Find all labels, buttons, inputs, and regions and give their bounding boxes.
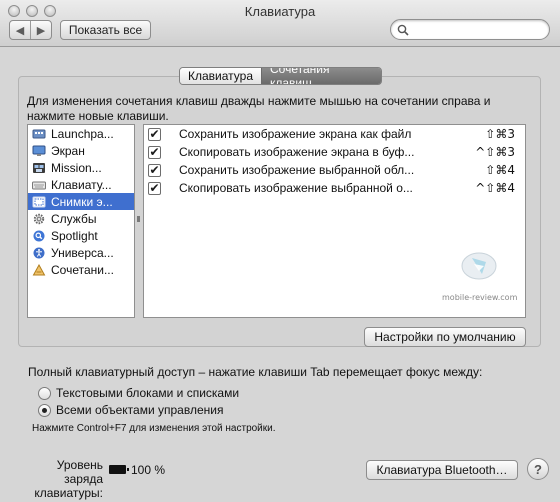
battery-label-line2: клавиатуры:	[34, 486, 103, 500]
shortcut-label: Сохранить изображение выбранной обл...	[179, 163, 415, 177]
category-item-app-shortcuts[interactable]: Сочетани...	[28, 261, 134, 278]
category-item-services[interactable]: Службы	[28, 210, 134, 227]
category-item-display[interactable]: Экран	[28, 142, 134, 159]
radio-text-boxes-lists[interactable]: Текстовыми блоками и списками	[38, 386, 239, 400]
title-bar: Клавиатура ◀ ▶ Показать все	[0, 0, 560, 47]
full-access-label: Полный клавиатурный доступ – нажатие кла…	[28, 365, 483, 379]
battery-label-line1: Уровень заряда	[56, 458, 103, 486]
magnifier-icon	[397, 24, 409, 36]
screenshot-icon	[32, 196, 46, 207]
keyboard-icon	[32, 181, 46, 189]
radio-button-selected[interactable]	[38, 403, 51, 417]
shortcut-checkbox[interactable]: ✔	[148, 163, 161, 177]
shortcut-keys[interactable]: ⇧⌘3	[485, 127, 515, 141]
divider-grip-icon	[137, 216, 140, 222]
instructions-text: Для изменения сочетания клавиш дважды на…	[27, 94, 491, 123]
category-list[interactable]: Launchpa... Экран Mission... Клавиату...…	[27, 124, 135, 318]
category-item-launchpad[interactable]: Launchpa...	[28, 125, 134, 142]
tab-shortcuts[interactable]: Сочетания клавиш	[261, 68, 381, 84]
launchpad-icon	[32, 129, 46, 138]
category-label: Mission...	[51, 160, 102, 175]
tab-bar: Клавиатура Сочетания клавиш	[179, 67, 382, 85]
mission-control-icon	[33, 162, 45, 173]
battery-level-label: Уровень заряда клавиатуры:	[18, 458, 103, 500]
category-item-accessibility[interactable]: Универса...	[28, 244, 134, 261]
mobile-review-logo	[461, 252, 497, 280]
help-icon[interactable]: ?	[527, 458, 549, 480]
shortcut-checkbox[interactable]: ✔	[148, 181, 161, 195]
shortcut-row[interactable]: ✔ Сохранить изображение выбранной обл...…	[144, 161, 525, 179]
radio-all-controls[interactable]: Всеми объектами управления	[38, 403, 223, 417]
category-label: Снимки э...	[51, 194, 113, 209]
category-item-spotlight[interactable]: Spotlight	[28, 227, 134, 244]
spotlight-icon	[33, 230, 45, 241]
category-item-screenshots[interactable]: Снимки э...	[28, 193, 134, 210]
category-item-keyboard[interactable]: Клавиату...	[28, 176, 134, 193]
forward-button[interactable]: ▶	[30, 21, 51, 39]
display-icon	[32, 145, 46, 156]
shortcut-checkbox[interactable]: ✔	[148, 145, 161, 159]
shortcut-label: Скопировать изображение выбранной о...	[179, 181, 413, 195]
shortcut-label: Сохранить изображение экрана как файл	[179, 127, 412, 141]
search-input[interactable]	[413, 22, 543, 37]
category-label: Launchpa...	[51, 126, 114, 141]
radio-button[interactable]	[38, 386, 51, 400]
shortcut-keys[interactable]: ^⇧⌘3	[475, 145, 515, 159]
category-item-mission-control[interactable]: Mission...	[28, 159, 134, 176]
radio-label: Всеми объектами управления	[56, 403, 224, 417]
tab-keyboard[interactable]: Клавиатура	[180, 68, 261, 84]
accessibility-icon	[33, 247, 45, 258]
shortcut-keys[interactable]: ^⇧⌘4	[475, 181, 515, 195]
back-button[interactable]: ◀	[10, 21, 30, 39]
category-label: Службы	[51, 211, 97, 226]
chevron-left-icon: ◀	[15, 24, 25, 37]
category-label: Сочетани...	[51, 262, 114, 277]
shortcut-row[interactable]: ✔ Скопировать изображение выбранной о...…	[144, 179, 525, 197]
battery-percent: 100 %	[131, 463, 166, 477]
category-label: Экран	[51, 143, 85, 158]
shortcut-row[interactable]: ✔ Скопировать изображение экрана в буф..…	[144, 143, 525, 161]
app-shortcuts-icon	[32, 263, 46, 275]
split-view-divider[interactable]	[135, 124, 143, 318]
chevron-right-icon: ▶	[36, 24, 46, 37]
shortcut-keys[interactable]: ⇧⌘4	[485, 163, 515, 177]
shortcut-label: Скопировать изображение экрана в буф...	[179, 145, 415, 159]
shortcut-checkbox[interactable]: ✔	[148, 127, 161, 141]
battery-icon	[109, 465, 129, 474]
category-label: Spotlight	[51, 228, 98, 243]
nav-back-forward: ◀ ▶	[9, 20, 52, 40]
search-field[interactable]	[390, 19, 550, 40]
control-f7-hint: Нажмите Control+F7 для изменения этой на…	[32, 423, 276, 434]
bluetooth-keyboard-button[interactable]: Клавиатура Bluetooth…	[366, 460, 518, 480]
window-title: Клавиатура	[244, 4, 316, 19]
watermark-text: mobile-review.com	[442, 293, 518, 302]
restore-defaults-button[interactable]: Настройки по умолчанию	[364, 327, 526, 347]
shortcut-row[interactable]: ✔ Сохранить изображение экрана как файл …	[144, 125, 525, 143]
show-all-button[interactable]: Показать все	[60, 20, 151, 40]
category-label: Универса...	[51, 245, 114, 260]
radio-label: Текстовыми блоками и списками	[56, 386, 240, 400]
services-gear-icon	[33, 213, 45, 224]
category-label: Клавиату...	[51, 177, 112, 192]
